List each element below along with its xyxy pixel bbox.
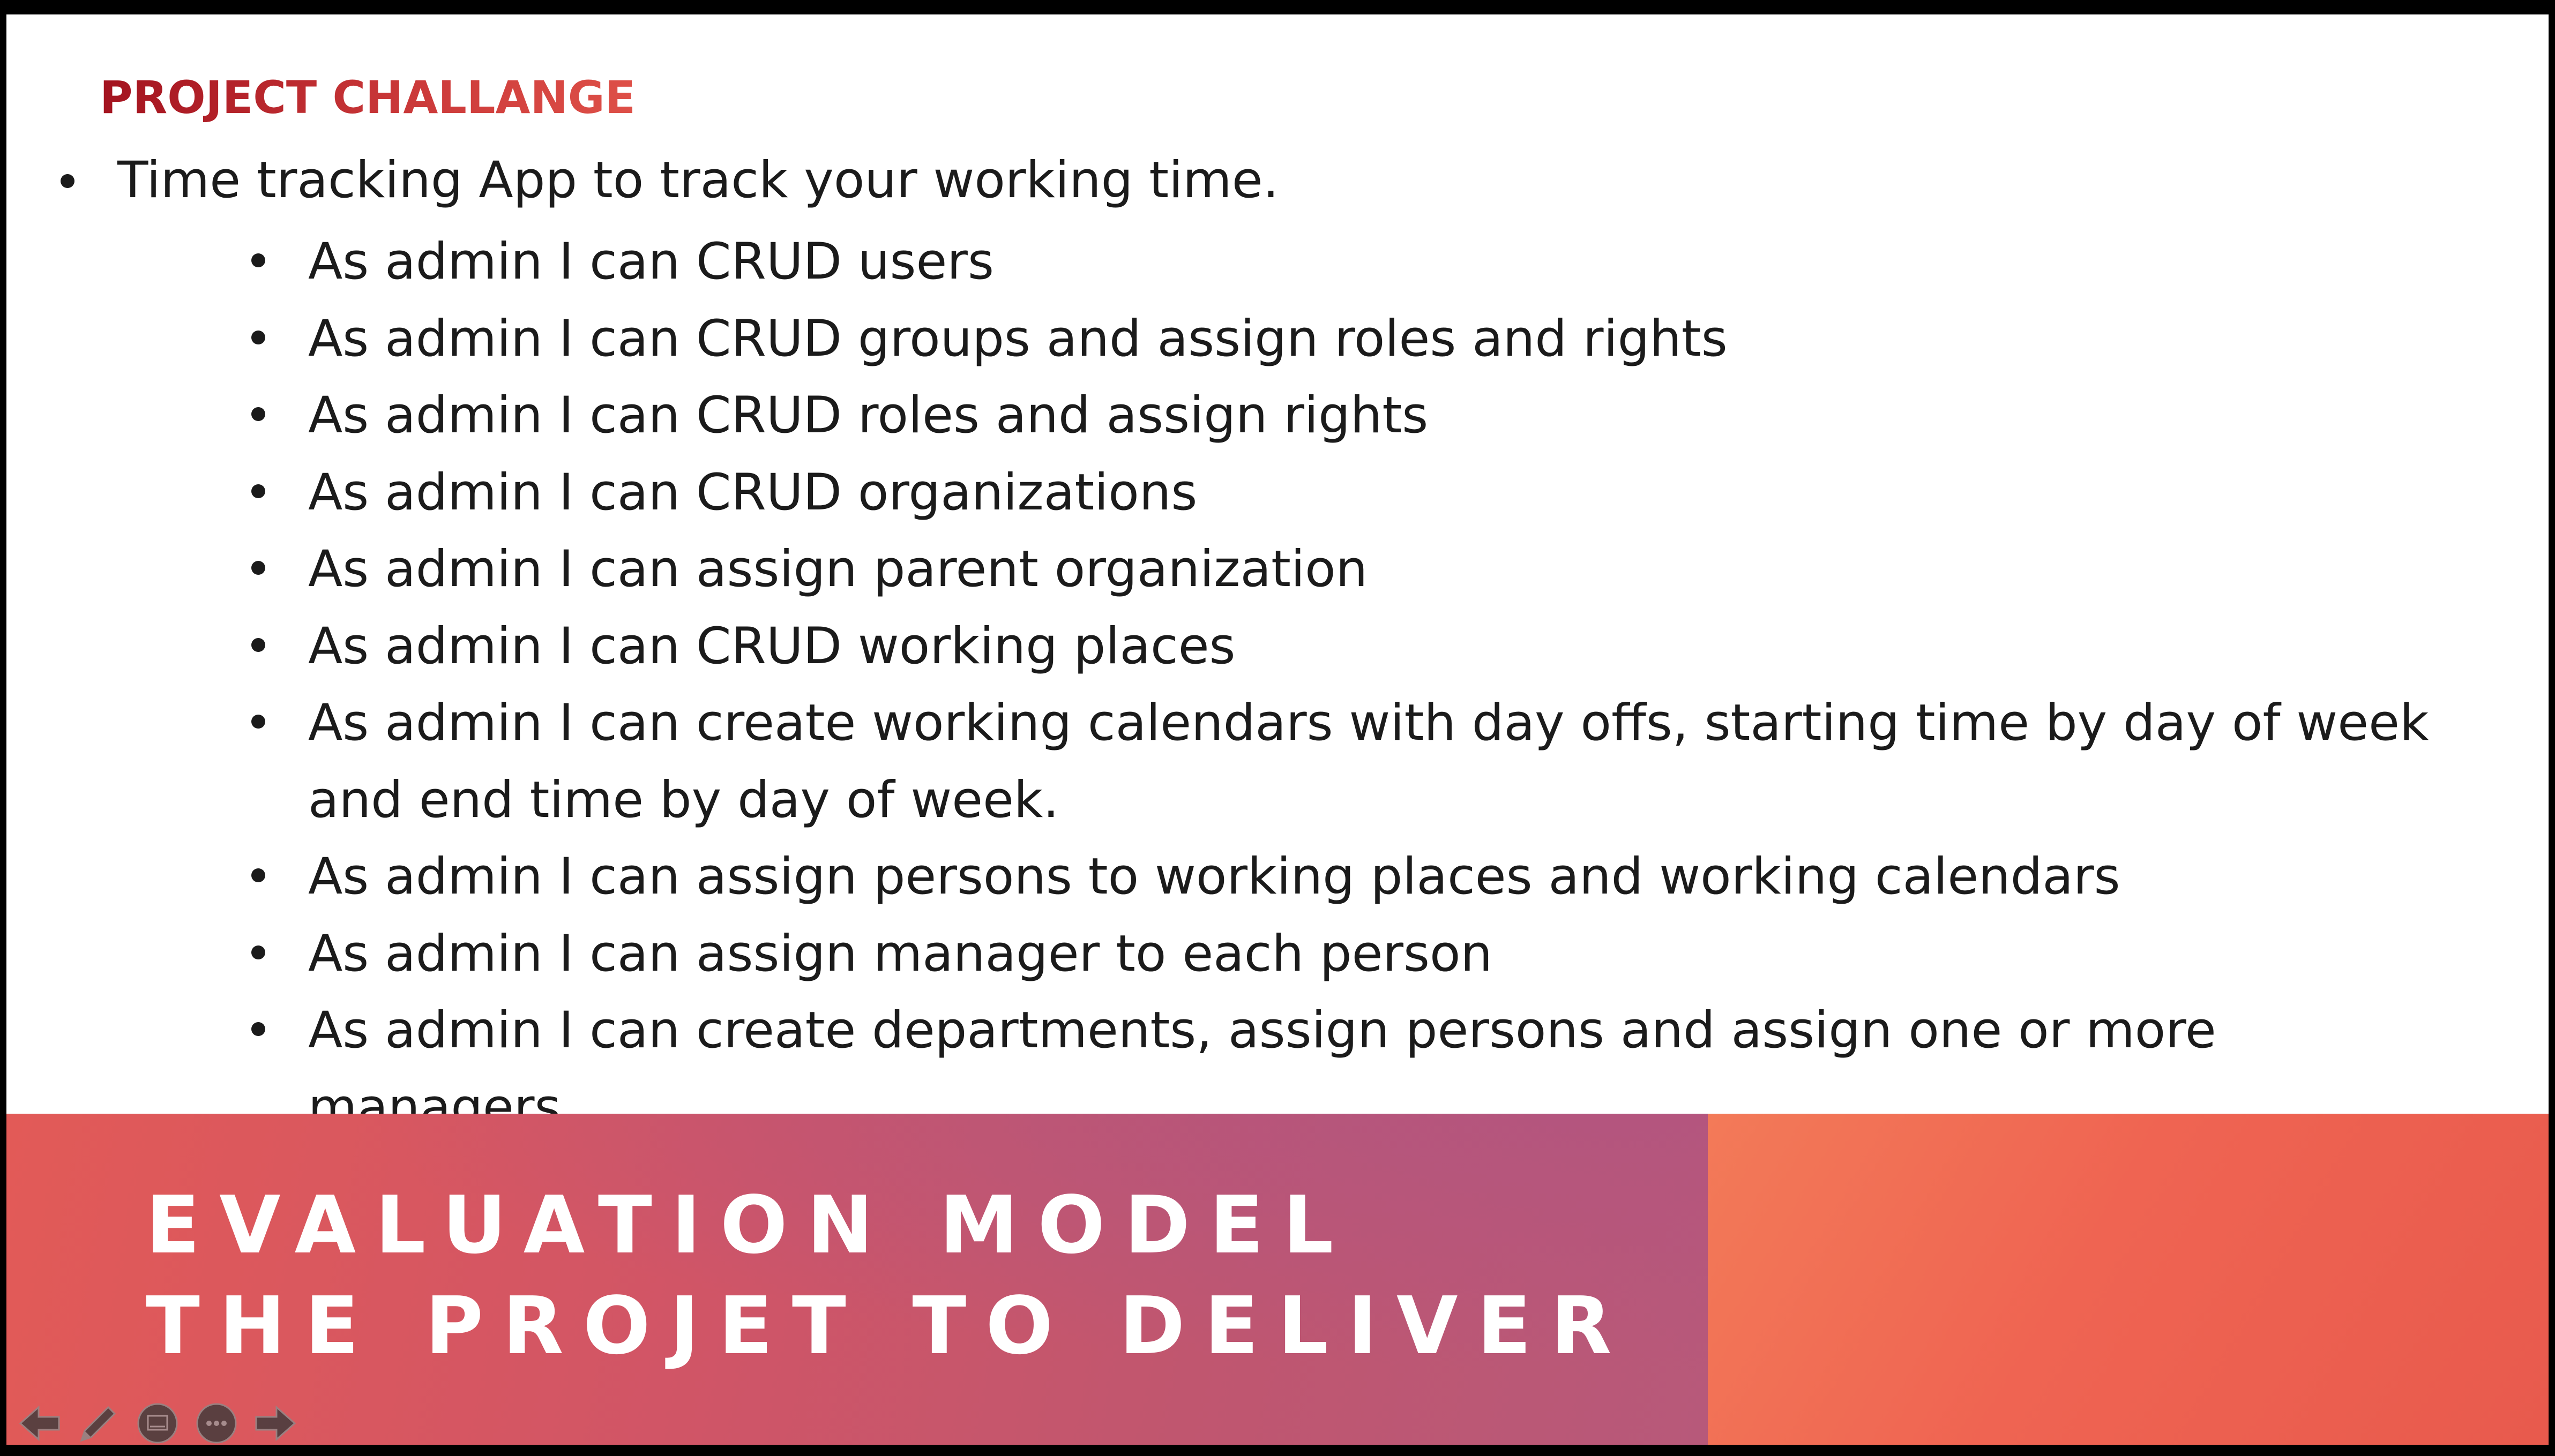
list-item-text: As admin I can CRUD groups and assign ro… xyxy=(308,309,1728,368)
list-item-text: As admin I can CRUD working places xyxy=(308,617,1236,676)
see-all-slides-button[interactable] xyxy=(135,1401,180,1445)
more-options-button[interactable] xyxy=(194,1401,239,1445)
list-item-text: As admin I can assign parent organizatio… xyxy=(308,540,1368,598)
main-bullet-text: Time tracking App to track your working … xyxy=(117,151,1279,209)
list-item: As admin I can assign parent organizatio… xyxy=(6,531,2549,608)
presentation-window: PROJECT CHALLANGE Time tracking App to t… xyxy=(0,0,2555,1456)
bullet-dot xyxy=(251,945,265,959)
arrow-left-icon xyxy=(19,1405,60,1442)
next-slide-button[interactable] xyxy=(253,1401,298,1445)
list-item-text: As admin I can CRUD organizations xyxy=(308,463,1198,522)
list-item: As admin I can assign persons to working… xyxy=(6,838,2549,915)
bullet-dot xyxy=(251,407,265,421)
bullet-dot xyxy=(251,1022,265,1036)
bullet-dot xyxy=(251,484,265,498)
list-item: As admin I can CRUD groups and assign ro… xyxy=(6,301,2549,378)
list-item-text: As admin I can create working calendars … xyxy=(308,694,2429,829)
slide-heading: PROJECT CHALLANGE xyxy=(100,57,636,138)
list-item: As admin I can CRUD users xyxy=(6,223,2549,301)
arrow-right-icon xyxy=(255,1405,296,1442)
slideshow-controls xyxy=(17,1397,298,1445)
list-item-text: As admin I can CRUD users xyxy=(308,232,994,291)
pen-tool-button[interactable] xyxy=(76,1401,121,1445)
bullet-dot xyxy=(251,253,265,267)
list-item: As admin I can assign manager to each pe… xyxy=(6,915,2549,993)
sub-bullet-list: As admin I can CRUD users As admin I can… xyxy=(6,223,2549,1137)
banner-right-panel xyxy=(1708,1114,2549,1445)
section-banner: EVALUATION MODEL THE PROJET TO DELIVER xyxy=(6,1114,2549,1445)
list-item: As admin I can CRUD organizations xyxy=(6,454,2549,531)
bullet-dot xyxy=(61,174,74,188)
banner-title-line-2: THE PROJET TO DELIVER xyxy=(146,1280,1631,1372)
main-bullet-item: Time tracking App to track your working … xyxy=(6,143,2549,218)
bullet-dot xyxy=(251,868,265,882)
list-item-text: As admin I can assign manager to each pe… xyxy=(308,924,1493,983)
pen-icon xyxy=(80,1406,116,1442)
slides-icon xyxy=(137,1403,178,1444)
slide: PROJECT CHALLANGE Time tracking App to t… xyxy=(6,14,2549,1445)
bullet-dot xyxy=(251,330,265,344)
more-icon xyxy=(196,1403,237,1444)
list-item: As admin I can CRUD working places xyxy=(6,608,2549,685)
list-item-text: As admin I can CRUD roles and assign rig… xyxy=(308,386,1429,445)
bullet-dot xyxy=(251,715,265,729)
list-item-text: As admin I can assign persons to working… xyxy=(308,847,2120,906)
banner-title-line-1: EVALUATION MODEL xyxy=(146,1179,1353,1271)
bullet-dot xyxy=(251,637,265,652)
list-item: As admin I can create departments, assig… xyxy=(6,992,2549,1137)
list-item: As admin I can create working calendars … xyxy=(6,685,2549,838)
list-item: As admin I can CRUD roles and assign rig… xyxy=(6,377,2549,454)
bullet-dot xyxy=(251,561,265,575)
previous-slide-button[interactable] xyxy=(17,1401,62,1445)
